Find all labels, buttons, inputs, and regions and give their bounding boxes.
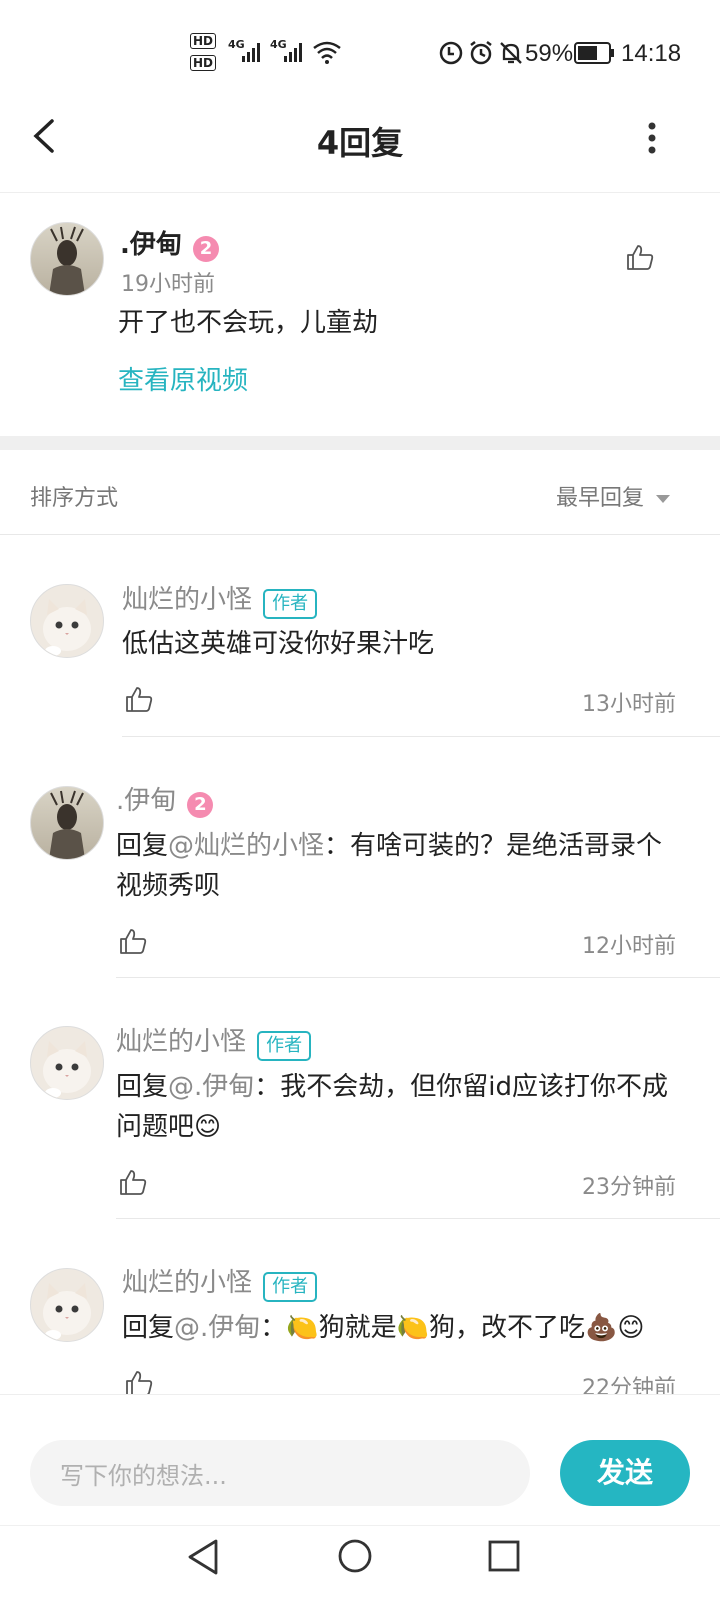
reply-time: 13小时前 (582, 692, 676, 717)
reply-text: 回复@.伊甸：🍋狗就是🍋狗，改不了吃💩😊 (122, 1308, 692, 1348)
reply-author-row: 灿烂的小怪 作者 (122, 1262, 318, 1302)
like-icon[interactable] (118, 926, 148, 956)
cat-avatar-icon (43, 1041, 91, 1098)
mention-link[interactable]: @.伊甸 (168, 1072, 254, 1102)
mute-bell-icon (500, 42, 522, 64)
reply-prefix: 回复 (116, 831, 169, 861)
hd-indicator: HD HD (190, 33, 224, 73)
sort-selected: 最早回复 (556, 486, 645, 511)
hd2-label: HD (190, 55, 217, 71)
level-badge: 2 (187, 791, 214, 818)
data-saver-icon (439, 41, 463, 65)
divider (116, 977, 720, 978)
system-nav-bar (0, 1525, 720, 1601)
reply-prefix: 回复 (116, 1072, 169, 1102)
divider (0, 534, 720, 535)
like-icon[interactable] (124, 684, 154, 714)
chevron-down-icon (656, 495, 671, 503)
level-badge: 2 (192, 235, 219, 262)
nav-recents-icon[interactable] (487, 1539, 521, 1573)
cat-avatar-icon (43, 1283, 91, 1340)
main-author-row: .伊甸 2 (120, 224, 219, 262)
like-icon[interactable] (118, 1167, 148, 1197)
mention-link[interactable]: @灿烂的小怪 (168, 831, 324, 861)
signal-icon (242, 43, 260, 62)
avatar-figure-icon (49, 226, 85, 295)
more-icon[interactable] (644, 120, 660, 156)
reply-text: 回复@.伊甸：我不会劫，但你留id应该打你不成问题吧😊 (116, 1067, 676, 1147)
divider (116, 1218, 720, 1219)
reply-time: 23分钟前 (582, 1175, 676, 1200)
battery-icon (574, 42, 614, 64)
sort-label: 排序方式 (30, 486, 119, 511)
signal-icon (284, 43, 302, 62)
reply-text: 低估这英雄可没你好果汁吃 (122, 629, 435, 659)
nav-back-icon[interactable] (186, 1538, 220, 1576)
comment-text: 开了也不会玩，儿童劫 (118, 308, 379, 338)
comment-input-placeholder: 写下你的想法... (60, 1462, 227, 1490)
reply-prefix: 回复 (122, 1313, 175, 1343)
top-bar: 4回复 (0, 100, 720, 193)
sort-dropdown[interactable]: 最早回复 (556, 480, 671, 512)
nav-home-icon[interactable] (337, 1538, 373, 1574)
avatar[interactable] (30, 222, 104, 296)
avatar[interactable] (30, 1026, 104, 1100)
avatar[interactable] (30, 1268, 104, 1342)
status-bar: HD HD 4G 4G 59% 14:18 (0, 0, 720, 100)
hd1-label: HD (190, 33, 217, 49)
mention-link[interactable]: @.伊甸 (174, 1313, 260, 1343)
comment-time: 19小时前 (121, 272, 215, 297)
page-title: 4回复 (316, 124, 404, 162)
reply-author-row: 灿烂的小怪 作者 (122, 579, 318, 619)
reply-author-row: 灿烂的小怪 作者 (116, 1021, 312, 1061)
divider (122, 736, 720, 737)
reply-text: 回复@灿烂的小怪：有啥可装的？是绝活哥录个视频秀呗 (116, 826, 676, 906)
author-name[interactable]: .伊甸 (120, 230, 182, 260)
author-name[interactable]: .伊甸 (116, 786, 176, 816)
author-name[interactable]: 灿烂的小怪 (122, 585, 252, 615)
avatar-figure-icon (49, 790, 85, 859)
author-tag: 作者 (263, 1271, 318, 1302)
alarm-icon (470, 41, 492, 65)
reply-time: 12小时前 (582, 934, 676, 959)
avatar[interactable] (30, 584, 104, 658)
reply-body: ：🍋狗就是🍋狗，改不了吃💩😊 (260, 1313, 645, 1343)
avatar[interactable] (30, 786, 104, 860)
author-tag: 作者 (263, 588, 318, 619)
reply-author-row: .伊甸 2 (116, 780, 214, 818)
battery-percent: 59% (525, 40, 574, 67)
section-separator (0, 436, 720, 450)
author-name[interactable]: 灿烂的小怪 (116, 1027, 246, 1057)
comment-input[interactable]: 写下你的想法... (30, 1440, 530, 1506)
author-tag: 作者 (257, 1030, 312, 1061)
author-name[interactable]: 灿烂的小怪 (122, 1268, 252, 1298)
like-icon[interactable] (625, 242, 655, 272)
wifi-icon (313, 41, 341, 64)
clock: 14:18 (621, 40, 682, 67)
view-original-video-link[interactable]: 查看原视频 (118, 360, 248, 397)
send-button[interactable]: 发送 (560, 1440, 690, 1506)
cat-avatar-icon (43, 599, 91, 656)
